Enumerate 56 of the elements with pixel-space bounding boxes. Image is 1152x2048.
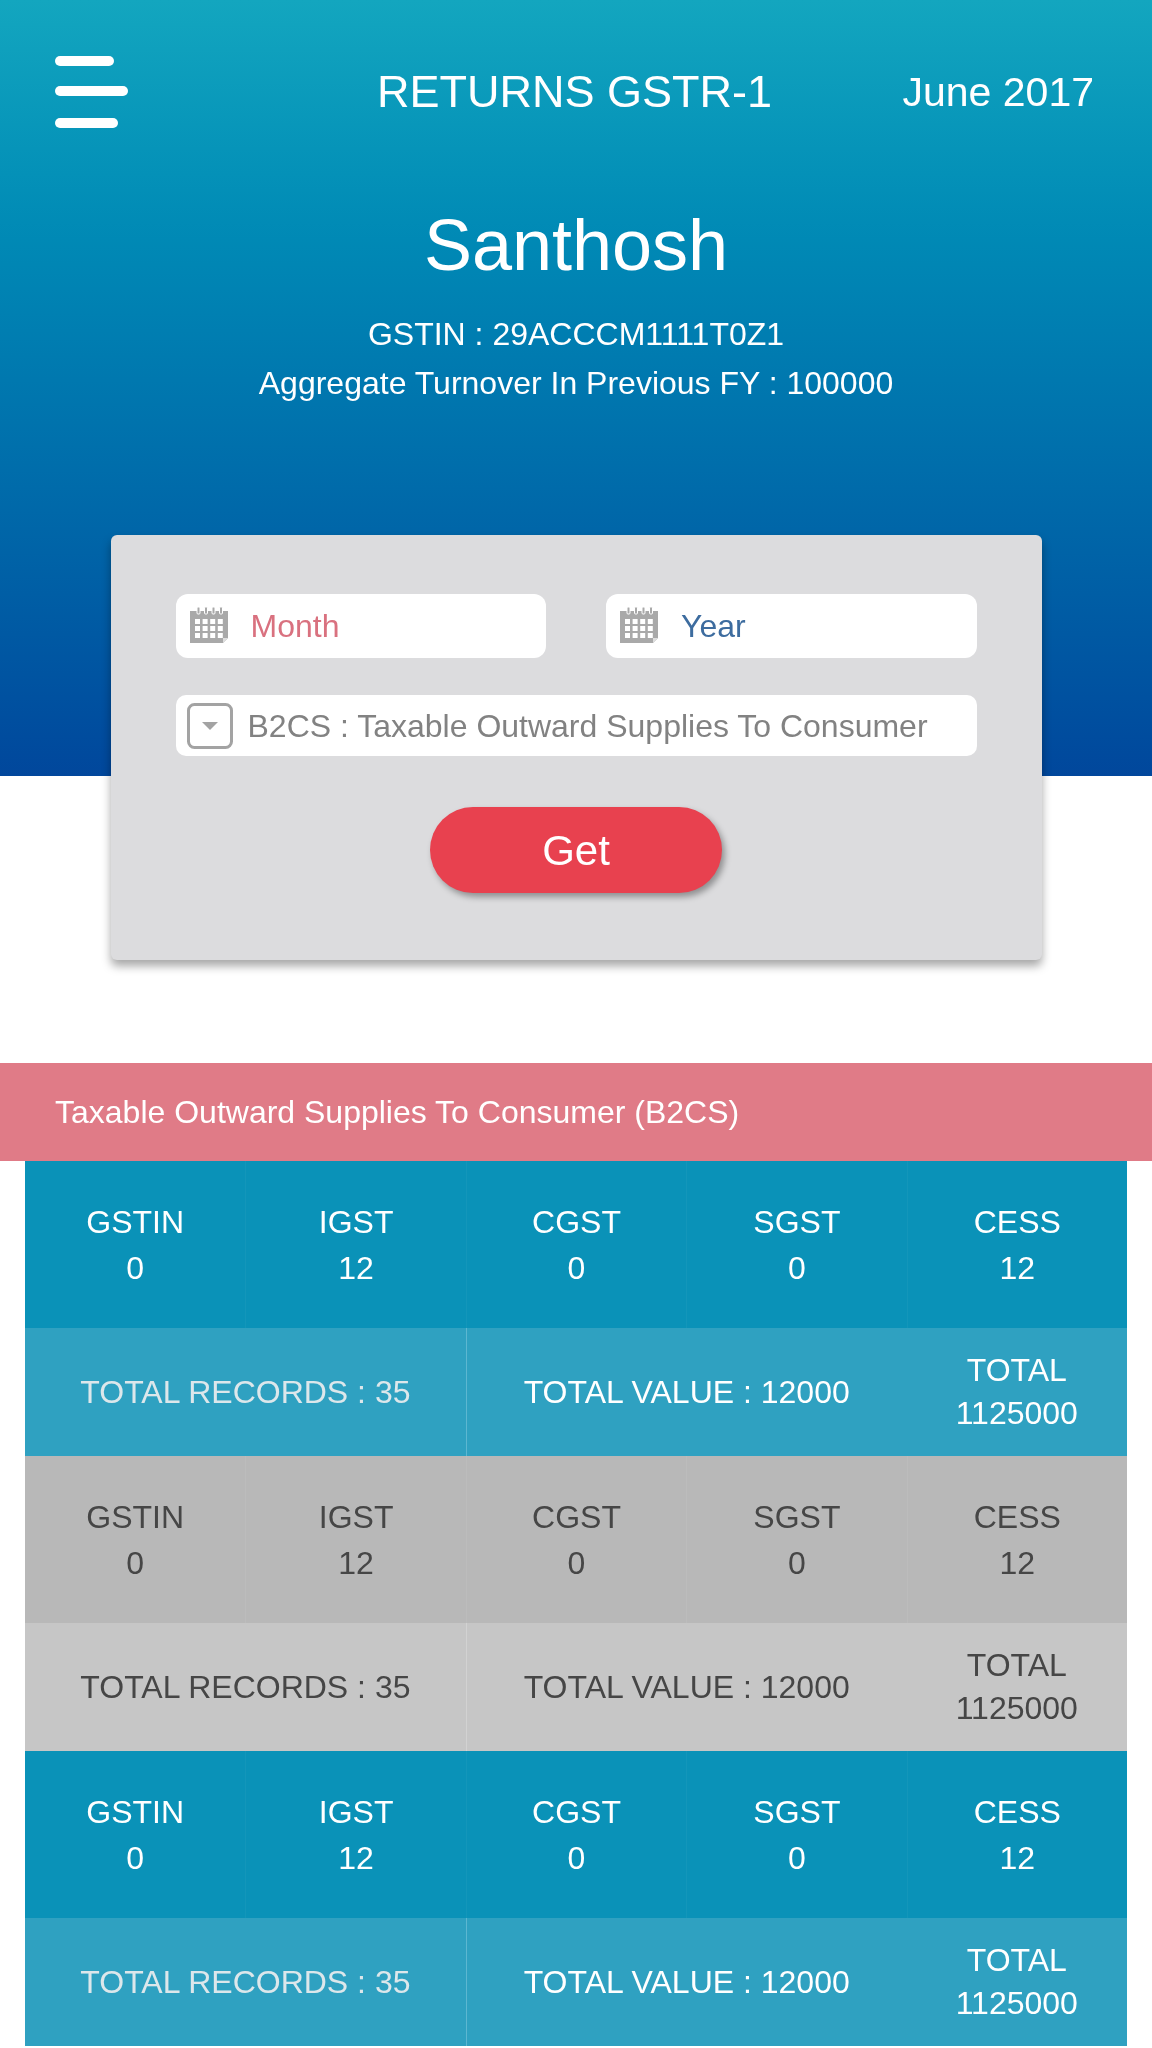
column-label: IGST <box>318 1497 394 1537</box>
column-label: CESS <box>973 1792 1061 1832</box>
total-records: TOTAL RECORDS : 35 <box>80 1668 411 1707</box>
column-value: 0 <box>126 1248 145 1288</box>
column-label: IGST <box>318 1202 394 1242</box>
column-label: SGST <box>753 1792 841 1832</box>
menu-icon[interactable] <box>55 56 129 128</box>
column-label: CGST <box>532 1497 621 1537</box>
column-label: CGST <box>532 1792 621 1832</box>
column-label: SGST <box>753 1202 841 1242</box>
total-value: TOTAL VALUE : 12000 <box>523 1668 850 1707</box>
column-label: CESS <box>973 1202 1061 1242</box>
total-label: TOTAL <box>966 1646 1067 1685</box>
period-label: June 2017 <box>902 68 1094 117</box>
column-value: 0 <box>788 1838 806 1878</box>
total-label: TOTAL <box>966 1351 1067 1390</box>
column-value: 0 <box>126 1543 145 1583</box>
column-label: IGST <box>318 1792 394 1832</box>
profile-name: Santhosh <box>423 204 729 287</box>
total-amount: 1125000 <box>955 1394 1078 1433</box>
column-value: 12 <box>338 1838 374 1878</box>
total-label: TOTAL <box>966 1941 1067 1980</box>
column-value: 0 <box>567 1838 586 1878</box>
column-value: 0 <box>567 1543 586 1583</box>
total-amount: 1125000 <box>955 1984 1078 2023</box>
column-label: CESS <box>973 1497 1061 1537</box>
gstin-text: GSTIN : 29ACCCM1111T0Z1 <box>367 315 785 354</box>
total-amount: 1125000 <box>955 1689 1078 1728</box>
total-records: TOTAL RECORDS : 35 <box>80 1373 411 1412</box>
turnover-text: Aggregate Turnover In Previous FY : 100000 <box>258 364 894 403</box>
dropdown-field[interactable]: B2CS : Taxable Outward Supplies To Consumer <box>175 695 977 756</box>
column-label: CGST <box>532 1202 621 1242</box>
column-label: GSTIN <box>86 1497 185 1537</box>
column-value: 12 <box>338 1543 374 1583</box>
total-value: TOTAL VALUE : 12000 <box>523 1963 850 2002</box>
get-button[interactable]: Get <box>430 807 722 893</box>
column-value: 0 <box>788 1543 806 1583</box>
calendar-icon <box>620 607 660 645</box>
column-label: GSTIN <box>86 1792 185 1832</box>
column-value: 0 <box>788 1248 806 1288</box>
calendar-icon <box>189 607 230 645</box>
date-field[interactable]: Month <box>175 594 546 658</box>
column-label: SGST <box>753 1497 841 1537</box>
column-value: 12 <box>338 1248 374 1288</box>
dropdown-icon <box>186 702 233 749</box>
total-value: TOTAL VALUE : 12000 <box>523 1373 850 1412</box>
column-value: 0 <box>126 1838 145 1878</box>
page-title: RETURNS GSTR-1 <box>377 65 772 119</box>
column-value: 12 <box>999 1543 1036 1583</box>
column-value: 12 <box>999 1248 1036 1288</box>
column-value: 12 <box>999 1838 1036 1878</box>
section-header: Taxable Outward Supplies To Consumer (B2CS) <box>0 1063 1152 1161</box>
column-value: 0 <box>567 1248 586 1288</box>
total-records: TOTAL RECORDS : 35 <box>80 1963 411 2002</box>
date-field[interactable]: Year <box>606 594 977 658</box>
column-label: GSTIN <box>86 1202 185 1242</box>
